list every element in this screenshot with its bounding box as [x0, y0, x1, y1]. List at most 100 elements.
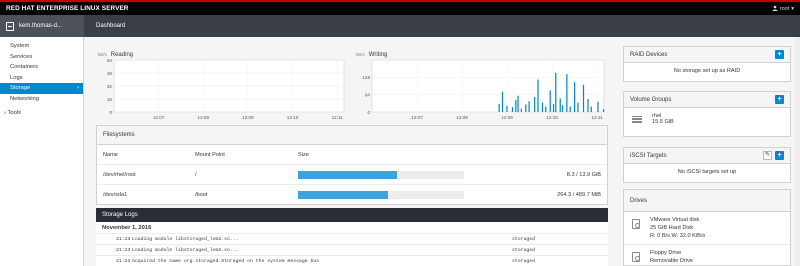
data-bar [566, 74, 568, 112]
data-bar [549, 90, 551, 112]
x-tick-label: 12:10 [546, 115, 558, 120]
log-entry[interactable]: 21:23 Loading module libstoraged_lvm2.so… [96, 234, 608, 245]
x-tick-label: 12:11 [592, 115, 604, 120]
data-bar [574, 82, 576, 112]
add-iscsi-button[interactable]: + [775, 151, 784, 160]
panel-header: RAID Devices + [624, 47, 790, 63]
host-bar: kem.thomas-d... Dashboard [0, 15, 800, 37]
sidebar-item-storage[interactable]: Storage › [0, 83, 83, 94]
y-tick-label: 0 [367, 110, 370, 115]
page-scrollbar[interactable] [795, 37, 800, 266]
drive-name: Floppy Drive [650, 250, 682, 256]
table-row[interactable]: /dev/sda1 /boot 264.3 / 489.7 MiB [97, 185, 607, 205]
empty-message: No iSCSI targets set up [677, 169, 737, 175]
usage-bar [298, 191, 464, 199]
data-bar [587, 99, 589, 112]
sidebar-item-containers[interactable]: Containers [0, 62, 83, 73]
fs-size: 8.3 / 13.9 GiB [566, 171, 601, 178]
logs-header: Storage Logs [96, 208, 608, 222]
data-bar [561, 105, 564, 112]
data-bar [517, 95, 519, 112]
reading-chart-svg: 64 48 32 16 0 12:07 12:08 12:09 12:10 12:11 [107, 58, 345, 120]
floppy-icon [632, 252, 640, 262]
x-tick-label: 12:07 [411, 115, 423, 120]
data-bar [511, 107, 514, 112]
fs-mount: /boot [195, 192, 208, 198]
drive-rw: R: 0 B/s W: 32.0 KiB/s [650, 233, 706, 239]
iscsi-targets-panel: iSCSI Targets ✎ + No iSCSI targets set u… [623, 147, 791, 183]
log-message: Loading module libstoraged_lvm2.so... [132, 247, 239, 253]
data-bar [602, 109, 605, 112]
data-bar [555, 72, 557, 112]
sidebar-item-logs[interactable]: Logs [0, 73, 83, 84]
fs-mount: / [195, 171, 197, 178]
filesystems-panel: Filesystems Name Mount Point Size /dev/r… [96, 125, 608, 205]
user-menu[interactable]: root ▾ [772, 5, 794, 13]
list-item[interactable]: rhel 15.5 GiB [624, 108, 790, 130]
add-raid-button[interactable]: + [775, 50, 784, 59]
empty-message: No storage set up as RAID [673, 68, 741, 74]
x-tick-label: 12:08 [198, 115, 210, 120]
data-bar [528, 101, 530, 112]
data-bar [520, 108, 522, 112]
data-bar [590, 106, 592, 112]
column-header: Size [298, 151, 309, 158]
sidebar-item-label: Storage [10, 85, 31, 91]
table-row[interactable]: /dev/rhel/root / 8.3 / 13.9 GiB [97, 165, 607, 185]
panel-title: Drives [630, 197, 648, 204]
add-volume-group-button[interactable]: + [775, 95, 784, 104]
brand-title: RED HAT ENTERPRISE LINUX SERVER [6, 5, 129, 12]
x-tick-label: 12:10 [287, 115, 299, 120]
log-message: Acquired the name org.storaged.Storaged … [132, 258, 320, 264]
host-selector[interactable]: kem.thomas-d... [0, 15, 84, 37]
chart-unit: kB/s [356, 52, 365, 57]
log-time: 21:23 [116, 258, 131, 264]
chevron-right-icon: › [4, 110, 6, 116]
fs-name: /dev/sda1 [103, 192, 128, 198]
log-unit: storaged [512, 236, 536, 242]
data-bar [577, 102, 579, 112]
chevron-right-icon: › [77, 85, 79, 91]
data-bar [525, 104, 527, 112]
sidebar-item-label: Tools [7, 110, 21, 116]
log-unit: storaged [512, 247, 536, 253]
log-entry[interactable]: 21:23 Loading module libstoraged_lvm2.so… [96, 245, 608, 256]
x-tick-label: 12:09 [242, 115, 254, 120]
log-entry[interactable]: 21:23 Acquired the name org.storaged.Sto… [96, 256, 608, 266]
usage-bar-fill [298, 191, 388, 199]
writing-chart: kB/s Writing 128 64 0 12:07 12:08 12:09 12:10 1… [356, 52, 606, 126]
usage-bar-fill [298, 170, 398, 179]
chart-unit: kB/s [98, 52, 107, 57]
list-item[interactable]: Floppy Drive Removable Drive [624, 245, 790, 265]
list-item[interactable]: VMware Virtual disk 25 GiB Hard Disk R: … [624, 212, 790, 245]
panel-header: iSCSI Targets ✎ + [624, 148, 790, 164]
sidebar-item-services[interactable]: Services [0, 52, 83, 63]
panel-header: Drives [624, 190, 790, 212]
chevron-down-icon: ▾ [791, 5, 794, 12]
edit-iscsi-button[interactable]: ✎ [763, 151, 772, 160]
data-bar [498, 103, 500, 112]
volume-group-icon [632, 115, 642, 123]
panel-title: RAID Devices [630, 51, 668, 58]
volume-groups-panel: Volume Groups + rhel 15.5 GiB [623, 91, 791, 137]
sidebar-item-system[interactable]: System [0, 41, 83, 52]
y-tick-label: 32 [107, 84, 113, 89]
server-icon [6, 21, 14, 31]
sidebar-item-networking[interactable]: Networking [0, 94, 83, 105]
drives-panel: Drives VMware Virtual disk 25 GiB Hard D… [623, 189, 791, 266]
panel-title: iSCSI Targets [630, 152, 667, 159]
log-message: Loading module libstoraged_lvm2.so... [132, 236, 239, 242]
host-name: kem.thomas-d... [19, 23, 63, 29]
fs-size: 264.3 / 489.7 MiB [557, 192, 601, 198]
panel-title: Filesystems [103, 132, 135, 138]
data-bar [582, 84, 585, 112]
data-bar [559, 98, 561, 112]
data-bar [534, 97, 536, 112]
data-bar [597, 101, 599, 112]
sidebar-item-tools[interactable]: › Tools [0, 108, 83, 119]
y-tick-label: 0 [109, 110, 112, 115]
y-tick-label: 64 [107, 58, 113, 63]
breadcrumb-dashboard[interactable]: Dashboard [84, 23, 125, 29]
user-name: root [779, 5, 790, 12]
column-header: Mount Point [195, 151, 225, 158]
